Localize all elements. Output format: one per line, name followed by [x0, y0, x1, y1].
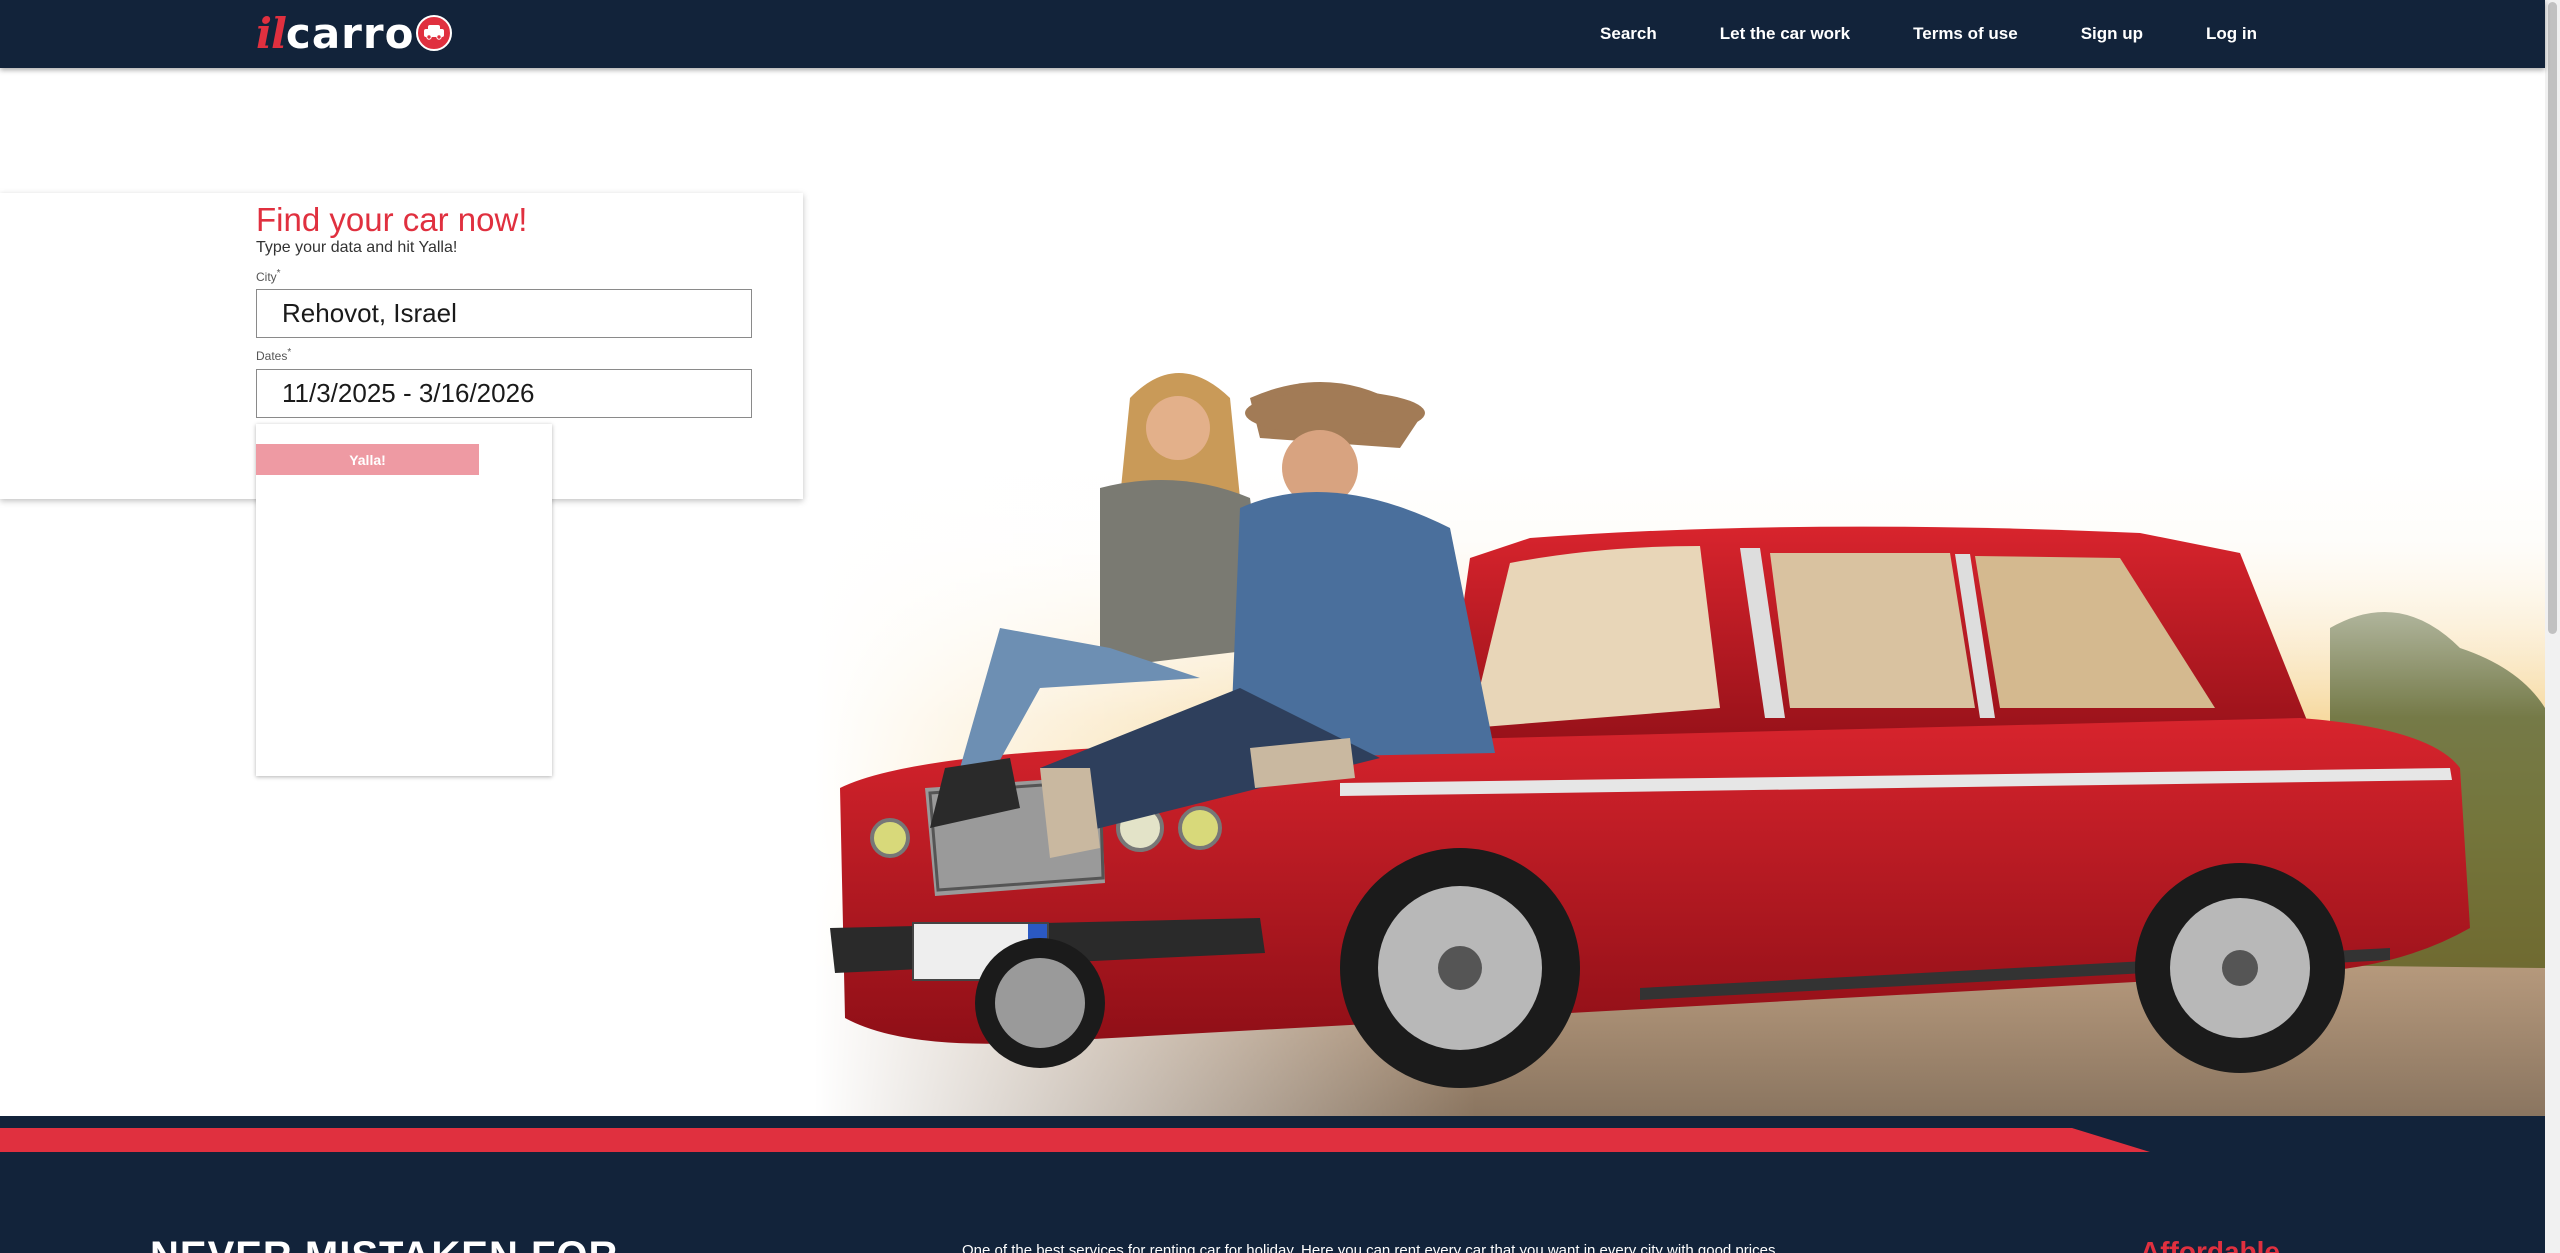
- search-card: Find your car now! Type your data and hi…: [0, 193, 803, 776]
- footer-right-heading: Affordable: [2140, 1236, 2280, 1253]
- nav-search-link[interactable]: Search: [1600, 24, 1657, 44]
- nav-let-the-car-work-link[interactable]: Let the car work: [1720, 24, 1850, 44]
- car-badge-icon: [416, 15, 453, 51]
- ilcarro-logo[interactable]: il carro: [256, 8, 453, 58]
- dates-label: Dates*: [256, 347, 292, 363]
- scrollbar-thumb[interactable]: [2548, 2, 2557, 634]
- footer-section: NEVER MISTAKEN FOR One of the best servi…: [0, 1116, 2545, 1253]
- search-subtitle: Type your data and hit Yalla!: [256, 239, 458, 256]
- nav-terms-of-use-link[interactable]: Terms of use: [1913, 24, 2018, 44]
- page-title: Find your car now!: [256, 201, 528, 238]
- city-label: City*: [256, 268, 281, 284]
- yalla-submit-button[interactable]: Yalla!: [256, 444, 479, 475]
- page-scrollbar[interactable]: [2545, 0, 2560, 1253]
- city-input[interactable]: [256, 289, 752, 338]
- footer-description: One of the best services for renting car…: [962, 1242, 1776, 1253]
- footer-headline: NEVER MISTAKEN FOR: [150, 1234, 618, 1253]
- nav-log-in-link[interactable]: Log in: [2206, 24, 2257, 44]
- red-accent-stripe: [0, 1128, 2150, 1152]
- logo-name: carro: [285, 8, 415, 58]
- main-nav: Search Let the car work Terms of use Sig…: [1537, 0, 2257, 68]
- datepicker-panel[interactable]: [256, 424, 552, 776]
- top-header: il carro Search Let the car work Terms o…: [0, 0, 2545, 68]
- dates-input[interactable]: [256, 369, 752, 418]
- nav-sign-up-link[interactable]: Sign up: [2081, 24, 2143, 44]
- logo-prefix: il: [256, 8, 287, 58]
